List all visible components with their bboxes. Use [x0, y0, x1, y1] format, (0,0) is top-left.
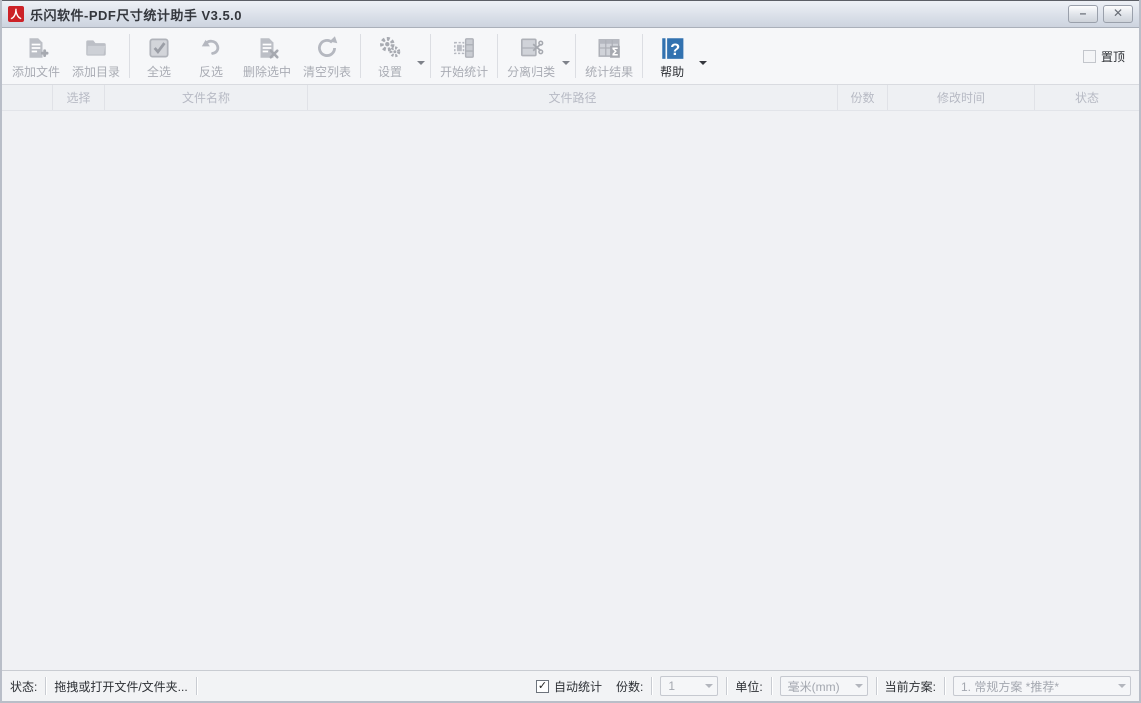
window-title: 乐闪软件-PDF尺寸统计助手 V3.5.0	[30, 5, 242, 24]
settings-dropdown-arrow-icon[interactable]	[417, 61, 425, 65]
clear-list-button[interactable]: 清空列表	[297, 30, 357, 82]
column-file-path[interactable]: 文件路径	[308, 85, 838, 110]
chevron-down-icon	[705, 684, 713, 688]
table-sigma-icon: Σ	[595, 33, 623, 62]
scheme-value: 1. 常规方案 *推荐*	[961, 678, 1059, 695]
copies-label: 份数:	[616, 678, 643, 695]
statusbar-separator	[196, 677, 197, 695]
statusbar-separator	[726, 677, 727, 695]
add-file-button[interactable]: 添加文件	[6, 30, 66, 82]
help-button[interactable]: ? 帮助	[646, 30, 698, 82]
chevron-down-icon	[1118, 684, 1126, 688]
select-all-label: 全选	[147, 63, 171, 80]
title-bar: 人 乐闪软件-PDF尺寸统计助手 V3.5.0 – ✕	[2, 0, 1139, 28]
auto-statistics-label: 自动统计	[554, 678, 602, 695]
toolbar-separator	[642, 34, 643, 78]
start-statistics-label: 开始统计	[440, 63, 488, 80]
column-copies[interactable]: 份数	[838, 85, 888, 110]
refresh-icon	[314, 33, 340, 62]
toolbar: 添加文件 添加目录 全选	[2, 28, 1139, 85]
toolbar-separator	[430, 34, 431, 78]
toolbar-separator	[497, 34, 498, 78]
toolbar-separator	[360, 34, 361, 78]
column-modified-time[interactable]: 修改时间	[888, 85, 1035, 110]
gear-icon	[377, 33, 403, 62]
delete-selected-button[interactable]: 删除选中	[237, 30, 297, 82]
start-statistics-icon	[450, 33, 478, 62]
separate-classify-label: 分离归类	[507, 63, 555, 80]
svg-text:?: ?	[670, 41, 680, 59]
column-file-name[interactable]: 文件名称	[105, 85, 308, 110]
scissors-page-icon	[517, 33, 545, 62]
delete-selected-label: 删除选中	[243, 63, 291, 80]
invert-selection-button[interactable]: 反选	[185, 30, 237, 82]
status-label: 状态:	[10, 678, 37, 695]
invert-selection-label: 反选	[199, 63, 223, 80]
statusbar-separator	[944, 677, 945, 695]
statusbar-separator	[876, 677, 877, 695]
select-all-button[interactable]: 全选	[133, 30, 185, 82]
column-row-indicator	[2, 85, 53, 110]
svg-text:Σ: Σ	[612, 46, 619, 58]
chevron-down-icon	[855, 684, 863, 688]
delete-file-icon	[254, 33, 280, 62]
pin-on-top-label: 置顶	[1101, 48, 1125, 65]
status-message: 拖拽或打开文件/文件夹...	[54, 678, 187, 695]
scheme-label: 当前方案:	[885, 678, 936, 695]
copies-value: 1	[668, 679, 675, 693]
statusbar-separator	[651, 677, 652, 695]
status-bar: 状态: 拖拽或打开文件/文件夹... ✓ 自动统计 份数: 1 单位: 毫米(m…	[2, 670, 1139, 701]
separate-classify-button[interactable]: 分离归类	[501, 30, 561, 82]
toolbar-separator	[129, 34, 130, 78]
add-folder-button[interactable]: 添加目录	[66, 30, 126, 82]
statusbar-separator	[771, 677, 772, 695]
statusbar-separator	[45, 677, 46, 695]
column-select[interactable]: 选择	[53, 85, 105, 110]
help-label: 帮助	[660, 63, 684, 80]
add-folder-label: 添加目录	[72, 63, 120, 80]
add-file-label: 添加文件	[12, 63, 60, 80]
unit-select[interactable]: 毫米(mm)	[780, 676, 868, 696]
add-file-icon	[23, 33, 49, 62]
select-all-icon	[146, 33, 172, 62]
pin-on-top-checkbox[interactable]	[1083, 50, 1096, 63]
scheme-select[interactable]: 1. 常规方案 *推荐*	[953, 676, 1131, 696]
column-status[interactable]: 状态	[1035, 85, 1139, 110]
settings-button[interactable]: 设置	[364, 30, 416, 82]
toolbar-separator	[575, 34, 576, 78]
folder-icon	[82, 33, 110, 62]
pdf-app-icon: 人	[8, 6, 24, 22]
start-statistics-button[interactable]: 开始统计	[434, 30, 494, 82]
unit-label: 单位:	[735, 678, 762, 695]
copies-select[interactable]: 1	[660, 676, 718, 696]
minimize-button[interactable]: –	[1068, 5, 1098, 23]
file-table-header: 选择 文件名称 文件路径 份数 修改时间 状态	[2, 85, 1139, 111]
app-window: 人 乐闪软件-PDF尺寸统计助手 V3.5.0 – ✕ 添加文件	[0, 0, 1141, 703]
statistics-result-label: 统计结果	[585, 63, 633, 80]
unit-value: 毫米(mm)	[788, 678, 840, 695]
separate-dropdown-arrow-icon[interactable]	[562, 61, 570, 65]
undo-arrow-icon	[198, 33, 224, 62]
help-icon: ?	[659, 33, 685, 62]
help-dropdown-arrow-icon[interactable]	[699, 61, 707, 65]
file-list-area[interactable]	[2, 111, 1139, 670]
statistics-result-button[interactable]: Σ 统计结果	[579, 30, 639, 82]
settings-label: 设置	[378, 63, 402, 80]
clear-list-label: 清空列表	[303, 63, 351, 80]
auto-statistics-checkbox[interactable]: ✓	[536, 680, 549, 693]
close-button[interactable]: ✕	[1103, 5, 1133, 23]
